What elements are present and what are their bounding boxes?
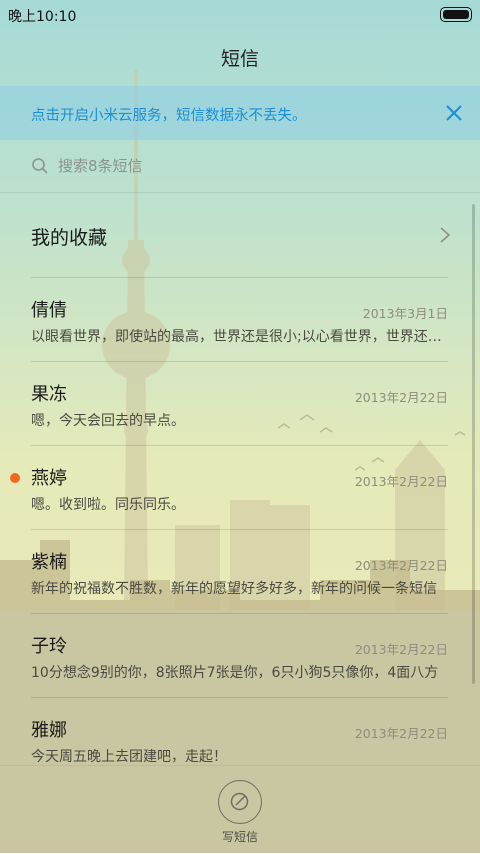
conversation-row[interactable]: 燕婷 2013年2月22日 嗯。收到啦。同乐同乐。 <box>0 446 480 530</box>
conversation-row[interactable]: 子玲 2013年2月22日 10分想念9别的你，8张照片7张是你，6只小狗5只像… <box>0 614 480 698</box>
banner-text[interactable]: 点击开启小米云服务，短信数据永不丢失。 <box>31 104 307 125</box>
favorites-row[interactable]: 我的收藏 <box>0 193 480 277</box>
message-date: 2013年3月1日 <box>362 306 448 321</box>
compose-icon <box>230 792 249 811</box>
message-date: 2013年2月22日 <box>354 474 448 489</box>
contact-name: 果冻 <box>31 384 67 405</box>
conversation-row[interactable]: 紫楠 2013年2月22日 新年的祝福数不胜数，新年的愿望好多好多，新年的问候一… <box>0 530 480 614</box>
message-preview: 嗯。收到啦。同乐同乐。 <box>31 497 185 513</box>
contact-name: 燕婷 <box>31 468 67 489</box>
favorites-label: 我的收藏 <box>31 227 108 249</box>
battery-icon <box>440 7 472 22</box>
page-title: 短信 <box>220 48 259 70</box>
message-preview: 10分想念9别的你，8张照片7张是你，6只小狗5只像你，4面八方 <box>31 665 439 681</box>
compose-label[interactable]: 写短信 <box>0 828 480 845</box>
status-bar: 晚上10:10 <box>0 0 480 28</box>
message-date: 2013年2月22日 <box>354 642 448 657</box>
message-preview: 以眼看世界，即使站的最高，世界还是很小;以心看世界，世界还很大 <box>31 329 449 345</box>
message-date: 2013年2月22日 <box>354 390 448 405</box>
chevron-right-icon <box>440 227 451 243</box>
compose-button[interactable] <box>218 780 262 824</box>
message-date: 2013年2月22日 <box>354 558 448 573</box>
search-input[interactable] <box>58 154 418 178</box>
message-date: 2013年2月22日 <box>354 726 448 741</box>
scrollbar[interactable] <box>472 204 475 684</box>
conversation-row[interactable]: 倩倩 2013年3月1日 以眼看世界，即使站的最高，世界还是很小;以心看世界，世… <box>0 278 480 362</box>
conversation-row[interactable]: 果冻 2013年2月22日 嗯，今天会回去的早点。 <box>0 362 480 446</box>
message-preview: 新年的祝福数不胜数，新年的愿望好多好多，新年的问候一条短信 <box>31 581 437 597</box>
message-preview: 嗯，今天会回去的早点。 <box>31 413 185 429</box>
bottom-bar: 写短信 <box>0 765 480 854</box>
message-preview: 今天周五晚上去团建吧，走起！ <box>31 749 227 765</box>
close-icon[interactable] <box>442 101 466 125</box>
messages-screen: 晚上10:10 短信 点击开启小米云服务，短信数据永不丢失。 我的收藏 倩倩 2… <box>0 0 480 853</box>
status-time: 晚上10:10 <box>8 9 77 25</box>
search-bar[interactable] <box>0 140 480 193</box>
search-icon <box>32 158 48 174</box>
contact-name: 倩倩 <box>31 300 67 321</box>
cloud-service-banner[interactable]: 点击开启小米云服务，短信数据永不丢失。 <box>0 86 480 140</box>
contact-name: 子玲 <box>31 636 67 657</box>
contact-name: 雅娜 <box>31 720 67 741</box>
unread-dot <box>10 473 20 483</box>
contact-name: 紫楠 <box>31 552 67 573</box>
